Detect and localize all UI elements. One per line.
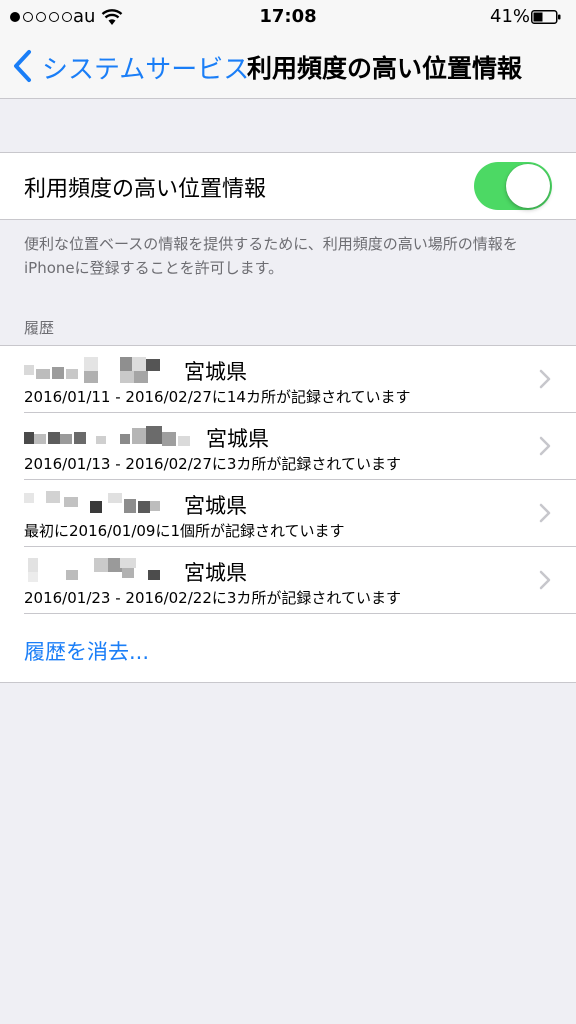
history-row-2[interactable]: 宮城県 2016/01/13 - 2016/02/27に3カ所が記録されています xyxy=(0,413,576,480)
history-row-1[interactable]: 宮城県 2016/01/11 - 2016/02/27に14カ所が記録されていま… xyxy=(0,346,576,413)
chevron-right-icon xyxy=(539,503,551,523)
significant-locations-toggle-row: 利用頻度の高い位置情報 xyxy=(0,152,576,220)
redacted-location-name xyxy=(28,558,160,582)
history-detail: 2016/01/11 - 2016/02/27に14カ所が記録されています xyxy=(24,388,411,406)
battery-percent: 41% xyxy=(490,6,531,27)
redacted-location-name xyxy=(24,491,160,513)
redacted-location-name xyxy=(24,426,190,446)
history-detail: 2016/01/23 - 2016/02/22に3カ所が記録されています xyxy=(24,589,401,607)
chevron-right-icon xyxy=(539,570,551,590)
history-section-header: 履歴 xyxy=(24,319,55,337)
significant-locations-switch[interactable] xyxy=(474,162,552,210)
history-place: 宮城県 xyxy=(184,360,247,384)
history-detail: 最初に2016/01/09に1個所が記録されています xyxy=(24,522,345,540)
history-place: 宮城県 xyxy=(206,427,269,451)
history-row-3[interactable]: 宮城県 最初に2016/01/09に1個所が記録されています xyxy=(0,480,576,547)
history-place: 宮城県 xyxy=(184,561,247,585)
description-text: 便利な位置ベースの情報を提供するために、利用頻度の高い場所の情報をiPhoneに… xyxy=(24,235,518,277)
redacted-location-name xyxy=(24,357,160,383)
navigation-bar: システムサービス 利用頻度の高い位置情報 xyxy=(0,34,576,99)
status-bar: au 17:08 41% xyxy=(0,0,576,34)
back-chevron-icon[interactable] xyxy=(12,49,34,83)
history-row-4[interactable]: 宮城県 2016/01/23 - 2016/02/22に3カ所が記録されています xyxy=(0,547,576,614)
back-button[interactable]: システムサービス xyxy=(42,49,249,86)
battery-icon xyxy=(531,10,561,24)
toggle-label: 利用頻度の高い位置情報 xyxy=(24,177,267,202)
switch-knob xyxy=(506,164,550,208)
chevron-right-icon xyxy=(539,436,551,456)
history-detail: 2016/01/13 - 2016/02/27に3カ所が記録されています xyxy=(24,455,401,473)
history-list: 宮城県 2016/01/11 - 2016/02/27に14カ所が記録されていま… xyxy=(0,345,576,683)
page-title: 利用頻度の高い位置情報 xyxy=(247,54,523,83)
chevron-right-icon xyxy=(539,369,551,389)
history-place: 宮城県 xyxy=(184,494,247,518)
clear-history-button[interactable]: 履歴を消去... xyxy=(24,636,149,666)
